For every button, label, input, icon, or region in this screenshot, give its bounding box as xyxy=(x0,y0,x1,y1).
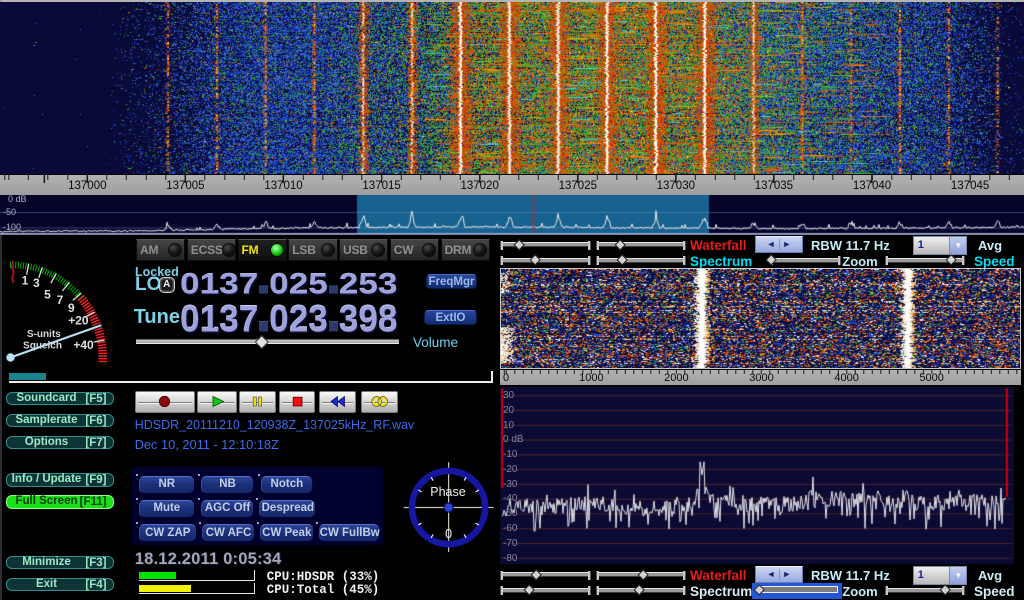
svg-text:1: 1 xyxy=(22,274,29,288)
svg-text:0: 0 xyxy=(445,527,452,541)
svg-text:+40: +40 xyxy=(73,338,94,352)
svg-text:Phase: Phase xyxy=(430,485,465,499)
svg-text:7: 7 xyxy=(57,293,64,307)
svg-text:S-units: S-units xyxy=(27,329,61,340)
svg-text:3: 3 xyxy=(33,276,40,290)
svg-text:5: 5 xyxy=(44,287,51,301)
svg-text:+20: +20 xyxy=(68,314,89,328)
